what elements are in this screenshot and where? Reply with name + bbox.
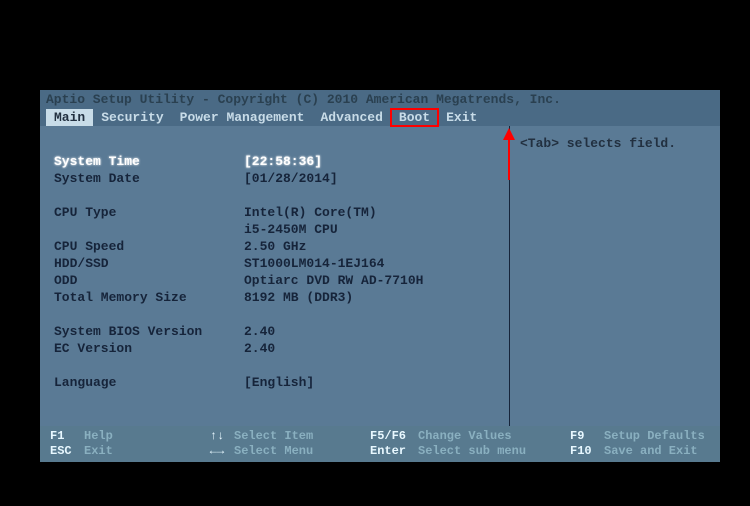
value-cpu-type-2: i5-2450M CPU xyxy=(244,221,495,238)
bios-body: System Time [22:58:36] System Date [01/2… xyxy=(40,126,720,426)
action-setup-defaults: Setup Defaults xyxy=(604,429,705,443)
row-odd: ODD Optiarc DVD RW AD-7710H xyxy=(54,272,495,289)
key-esc: ESC xyxy=(50,444,84,459)
footer-f10: F10Save and Exit xyxy=(570,444,710,459)
value-language[interactable]: [English] xyxy=(244,374,495,391)
action-select-submenu: Select sub menu xyxy=(418,444,526,458)
row-system-date[interactable]: System Date [01/28/2014] xyxy=(54,170,495,187)
value-system-time[interactable]: [22:58:36] xyxy=(244,153,495,170)
row-system-time[interactable]: System Time [22:58:36] xyxy=(54,153,495,170)
help-panel: <Tab> selects field. xyxy=(510,126,720,426)
footer-keys: F1Help ↑↓Select Item F5/F6Change Values … xyxy=(40,426,720,462)
tab-security[interactable]: Security xyxy=(93,109,171,126)
tab-main[interactable]: Main xyxy=(46,109,93,126)
label-cpu-speed: CPU Speed xyxy=(54,238,244,255)
label-bios-version: System BIOS Version xyxy=(54,323,244,340)
key-enter: Enter xyxy=(370,444,418,459)
row-language[interactable]: Language [English] xyxy=(54,374,495,391)
key-f9: F9 xyxy=(570,429,604,444)
key-f10: F10 xyxy=(570,444,604,459)
value-cpu-speed: 2.50 GHz xyxy=(244,238,495,255)
label-total-memory: Total Memory Size xyxy=(54,289,244,306)
action-save-exit: Save and Exit xyxy=(604,444,698,458)
bios-header: Aptio Setup Utility - Copyright (C) 2010… xyxy=(40,90,720,109)
label-system-date: System Date xyxy=(54,170,244,187)
footer-leftright: ←→Select Menu xyxy=(200,444,370,459)
value-cpu-type-1: Intel(R) Core(TM) xyxy=(244,204,495,221)
tab-advanced[interactable]: Advanced xyxy=(312,109,390,126)
action-help: Help xyxy=(84,429,113,443)
footer-esc: ESCExit xyxy=(50,444,200,459)
label-language: Language xyxy=(54,374,244,391)
value-total-memory: 8192 MB (DDR3) xyxy=(244,289,495,306)
row-total-memory: Total Memory Size 8192 MB (DDR3) xyxy=(54,289,495,306)
tab-power-management[interactable]: Power Management xyxy=(172,109,313,126)
label-system-time: System Time xyxy=(54,153,244,170)
tab-boot[interactable]: Boot xyxy=(391,109,438,126)
bios-screen: Aptio Setup Utility - Copyright (C) 2010… xyxy=(40,90,720,460)
row-ec-version: EC Version 2.40 xyxy=(54,340,495,357)
bios-tabs: Main Security Power Management Advanced … xyxy=(40,109,720,126)
key-f5f6: F5/F6 xyxy=(370,429,418,444)
action-select-menu: Select Menu xyxy=(234,444,313,458)
label-cpu-type: CPU Type xyxy=(54,204,244,221)
footer-enter: EnterSelect sub menu xyxy=(370,444,570,459)
row-cpu-type-2: i5-2450M CPU xyxy=(54,221,495,238)
value-ec-version: 2.40 xyxy=(244,340,495,357)
action-change-values: Change Values xyxy=(418,429,512,443)
value-odd: Optiarc DVD RW AD-7710H xyxy=(244,272,495,289)
row-bios-version: System BIOS Version 2.40 xyxy=(54,323,495,340)
label-hdd-ssd: HDD/SSD xyxy=(54,255,244,272)
help-text: <Tab> selects field. xyxy=(520,136,710,151)
tab-exit[interactable]: Exit xyxy=(438,109,485,126)
value-hdd-ssd: ST1000LM014-1EJ164 xyxy=(244,255,495,272)
value-system-date[interactable]: [01/28/2014] xyxy=(244,170,495,187)
footer-f5f6: F5/F6Change Values xyxy=(370,429,570,444)
key-f1: F1 xyxy=(50,429,84,444)
action-select-item: Select Item xyxy=(234,429,313,443)
row-hdd-ssd: HDD/SSD ST1000LM014-1EJ164 xyxy=(54,255,495,272)
row-cpu-speed: CPU Speed 2.50 GHz xyxy=(54,238,495,255)
row-cpu-type: CPU Type Intel(R) Core(TM) xyxy=(54,204,495,221)
footer-f1: F1Help xyxy=(50,429,200,444)
action-exit: Exit xyxy=(84,444,113,458)
updown-icon: ↑↓ xyxy=(200,429,234,444)
footer-updown: ↑↓Select Item xyxy=(200,429,370,444)
info-panel: System Time [22:58:36] System Date [01/2… xyxy=(40,126,510,426)
label-odd: ODD xyxy=(54,272,244,289)
label-ec-version: EC Version xyxy=(54,340,244,357)
value-bios-version: 2.40 xyxy=(244,323,495,340)
footer-f9: F9Setup Defaults xyxy=(570,429,710,444)
leftright-icon: ←→ xyxy=(200,444,234,459)
